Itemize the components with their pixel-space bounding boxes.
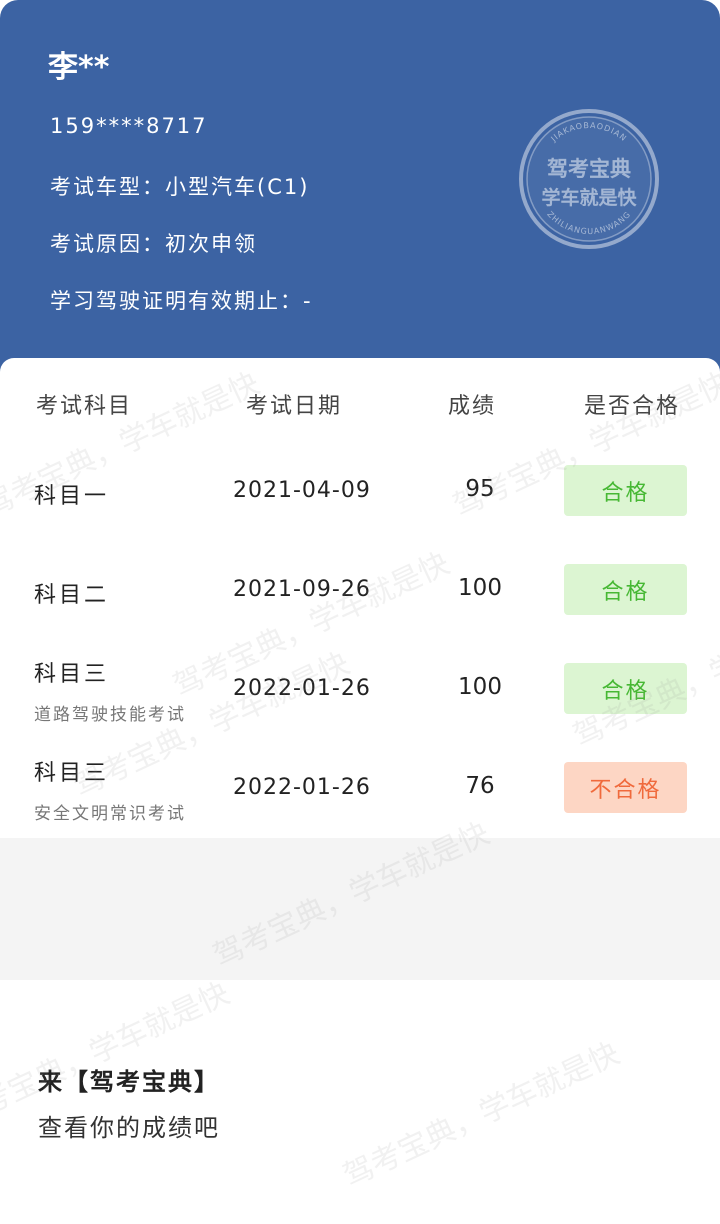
row-date: 2021-09-26 bbox=[233, 577, 371, 602]
promo-title: 来【驾考宝典】 bbox=[38, 1068, 220, 1096]
row-subject-note: 安全文明常识考试 bbox=[34, 804, 186, 824]
header-subject: 考试科目 bbox=[36, 394, 133, 419]
row-date: 2022-01-26 bbox=[233, 775, 371, 800]
user-name: 李** bbox=[48, 50, 110, 85]
row-subject: 科目三 bbox=[34, 761, 110, 786]
row-score: 100 bbox=[458, 575, 502, 601]
divider-band bbox=[0, 838, 720, 980]
official-seal-icon: JIAKAOBAODIAN 驾考宝典 学车就是快 ZHILIANGUANWANG bbox=[519, 109, 659, 249]
row-score: 100 bbox=[458, 674, 502, 700]
row-subject: 科目二 bbox=[34, 583, 110, 608]
status-badge: 合格 bbox=[564, 663, 687, 714]
user-phone: 159****8717 bbox=[50, 114, 208, 138]
status-badge: 合格 bbox=[564, 564, 687, 615]
row-date: 2022-01-26 bbox=[233, 676, 371, 701]
row-date: 2021-04-09 bbox=[233, 478, 371, 503]
seal-line1: 驾考宝典 bbox=[547, 157, 631, 181]
watermark: 驾考宝典，学车就是快 bbox=[338, 1035, 625, 1195]
promo-subtitle: 查看你的成绩吧 bbox=[38, 1114, 220, 1142]
status-badge: 合格 bbox=[564, 465, 687, 516]
row-subject: 科目三 bbox=[34, 662, 110, 687]
header-pass: 是否合格 bbox=[584, 394, 681, 419]
exam-car-type: 考试车型：小型汽车(C1) bbox=[50, 175, 310, 199]
header-score: 成绩 bbox=[448, 394, 497, 419]
seal-line2: 学车就是快 bbox=[541, 186, 637, 209]
profile-header: 李** 159****8717 考试车型：小型汽车(C1) 考试原因：初次申领 … bbox=[0, 0, 720, 380]
row-score: 76 bbox=[465, 773, 495, 799]
permit-validity: 学习驾驶证明有效期止：- bbox=[50, 289, 313, 313]
row-subject: 科目一 bbox=[34, 484, 110, 509]
row-score: 95 bbox=[465, 476, 495, 502]
row-subject-note: 道路驾驶技能考试 bbox=[34, 705, 186, 725]
header-date: 考试日期 bbox=[246, 394, 343, 419]
exam-reason: 考试原因：初次申领 bbox=[50, 232, 257, 256]
status-badge: 不合格 bbox=[564, 762, 687, 813]
